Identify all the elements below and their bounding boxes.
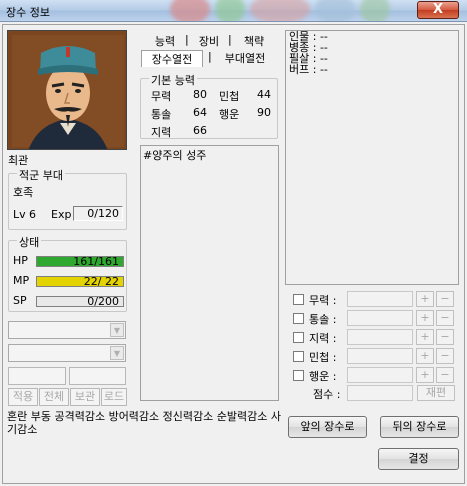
stat-option-label: 지력 :	[309, 332, 337, 345]
unit-group: 적군 부대 호족 Lv 6 Exp 0/120	[8, 167, 127, 230]
general-name: 최관	[8, 154, 29, 167]
chevron-down-icon: ▼	[110, 346, 124, 360]
stat-value-strength: 80	[193, 88, 207, 101]
sp-value: 0/200	[87, 295, 119, 308]
window-title: 장수 정보	[6, 6, 50, 19]
stat-label-agility: 민첩	[219, 90, 240, 103]
points-label: 점수 :	[313, 388, 341, 401]
stat-option-checkbox[interactable]	[293, 294, 304, 305]
stat-option-field[interactable]	[347, 348, 413, 364]
minus-button[interactable]: −	[436, 291, 454, 307]
reset-button[interactable]: 재편	[417, 385, 455, 401]
exp-value: 0/120	[87, 207, 119, 220]
unit-name: 호족	[13, 186, 34, 199]
base-stats-group: 기본 능력 무력 80 민첩 44 통솔 64 행운 90 지력 66	[140, 72, 278, 139]
tab-equipment[interactable]: 장비	[191, 33, 227, 49]
mp-label: MP	[13, 274, 30, 287]
apply-button[interactable]: 적용	[8, 388, 38, 406]
tab-ability[interactable]: 능력	[145, 33, 185, 49]
tab-general-bio[interactable]: 장수열전	[141, 50, 203, 67]
minus-button[interactable]: −	[436, 329, 454, 345]
close-button[interactable]: X	[417, 1, 459, 19]
stat-option-field[interactable]	[347, 310, 413, 326]
stat-value-command: 64	[193, 106, 207, 119]
points-field	[347, 385, 413, 401]
stat-option-label: 민첩 :	[309, 351, 337, 364]
sp-bar: 0/200	[36, 295, 124, 308]
stat-value-luck: 90	[257, 106, 271, 119]
status-group: 상태 HP 161/161 MP 22/ 22 SP 0/200	[8, 234, 127, 312]
biography-text: #양주의 성주	[143, 149, 207, 162]
minus-button[interactable]: −	[436, 310, 454, 326]
plus-button[interactable]: +	[416, 291, 434, 307]
hp-bar: 161/161	[36, 255, 124, 268]
confirm-button[interactable]: 결정	[378, 448, 459, 470]
plus-button[interactable]: +	[416, 329, 434, 345]
status-effects-text: 혼란 부동 공격력감소 방어력감소 정신력감소 순발력감소 사기감소	[7, 410, 281, 436]
mp-value: 22/ 22	[83, 275, 119, 288]
input-right[interactable]	[69, 367, 126, 385]
stat-option-checkbox[interactable]	[293, 313, 304, 324]
store-button[interactable]: 보관	[70, 388, 100, 406]
all-button[interactable]: 전체	[39, 388, 69, 406]
input-left[interactable]	[8, 367, 66, 385]
plus-button[interactable]: +	[416, 367, 434, 383]
stat-value-agility: 44	[257, 88, 271, 101]
stat-option-field[interactable]	[347, 291, 413, 307]
exp-label: Exp	[51, 208, 72, 221]
stat-option-checkbox[interactable]	[293, 370, 304, 381]
dropdown-1[interactable]: ▼	[8, 321, 126, 339]
stat-label-strength: 무력	[151, 90, 172, 103]
plus-button[interactable]: +	[416, 310, 434, 326]
stat-option-checkbox[interactable]	[293, 351, 304, 362]
hp-label: HP	[13, 254, 28, 267]
stat-label-command: 통솔	[151, 108, 172, 121]
stat-option-checkbox[interactable]	[293, 332, 304, 343]
stat-label-intelligence: 지력	[151, 126, 172, 139]
status-group-title: 상태	[17, 234, 42, 250]
tab-tactics[interactable]: 책략	[234, 33, 274, 49]
base-stats-title: 기본 능력	[149, 72, 197, 88]
prev-general-button[interactable]: 앞의 장수로	[288, 416, 367, 438]
general-portrait	[7, 30, 127, 150]
info-row-buff: 버프 : --	[289, 63, 328, 76]
chevron-down-icon: ▼	[110, 323, 124, 337]
level-label: Lv	[13, 208, 26, 221]
dropdown-2[interactable]: ▼	[8, 344, 126, 362]
plus-button[interactable]: +	[416, 348, 434, 364]
biography-panel: #양주의 성주	[140, 145, 279, 401]
hp-value: 161/161	[73, 255, 119, 268]
info-list: 인물 : -- 병종 : -- 필살 : -- 버프 : --	[289, 31, 328, 75]
minus-button[interactable]: −	[436, 367, 454, 383]
stat-option-field[interactable]	[347, 367, 413, 383]
stat-option-label: 무력 :	[309, 294, 337, 307]
tab-unit-bio[interactable]: 부대열전	[214, 50, 276, 66]
stat-option-label: 행운 :	[309, 370, 337, 383]
stat-option-field[interactable]	[347, 329, 413, 345]
stat-value-intelligence: 66	[193, 124, 207, 137]
level-value: 6	[29, 208, 36, 221]
sp-label: SP	[13, 294, 27, 307]
exp-field: 0/120	[73, 206, 123, 221]
title-bar: 장수 정보 X	[0, 0, 467, 22]
info-panel: 인물 : -- 병종 : -- 필살 : -- 버프 : --	[285, 30, 459, 285]
stat-label-luck: 행운	[219, 108, 240, 121]
load-button[interactable]: 로드	[101, 388, 127, 406]
unit-group-title: 적군 부대	[17, 167, 65, 183]
portrait-image	[8, 31, 126, 149]
stat-option-label: 통솔 :	[309, 313, 337, 326]
mp-bar: 22/ 22	[36, 275, 124, 288]
next-general-button[interactable]: 뒤의 장수로	[380, 416, 459, 438]
minus-button[interactable]: −	[436, 348, 454, 364]
